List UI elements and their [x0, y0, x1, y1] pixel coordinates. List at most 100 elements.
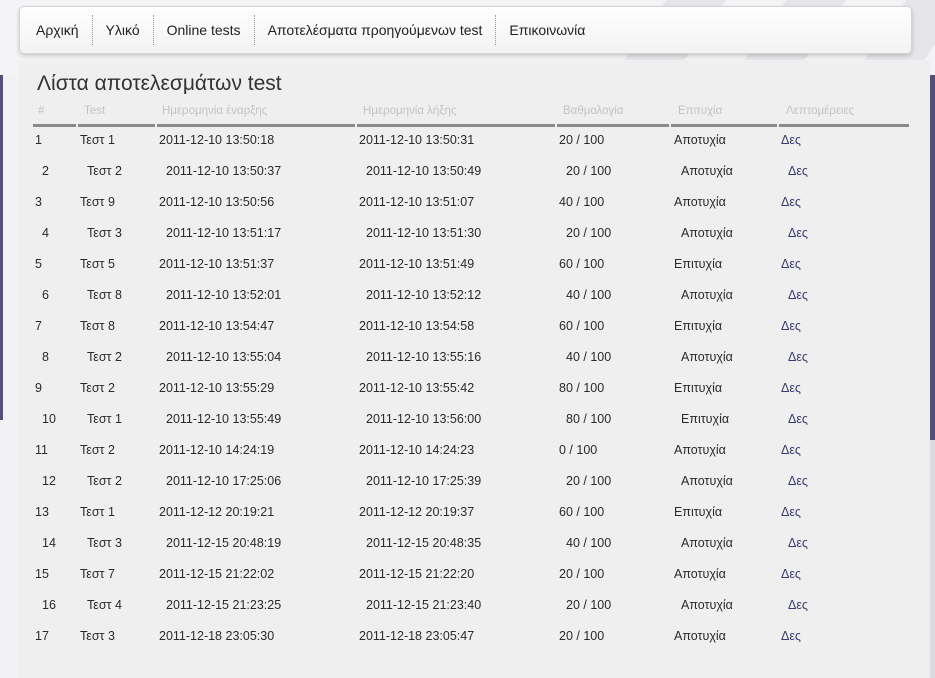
page-side-accent-right-lower [930, 440, 935, 678]
cell-test-name: Τεστ 2 [87, 164, 122, 178]
nav-item-contact[interactable]: Επικοινωνία [496, 15, 598, 45]
cell-end-date: 2011-12-10 13:55:42 [359, 381, 475, 395]
details-link[interactable]: Δες [781, 164, 808, 178]
cell-test-name: Τεστ 4 [87, 598, 122, 612]
cell-test-name: Τεστ 7 [80, 567, 115, 581]
cell-start-date: 2011-12-10 13:50:56 [159, 195, 275, 209]
cell-start-date: 2011-12-10 17:25:06 [166, 474, 282, 488]
cell-number: 16 [42, 598, 56, 612]
cell-success: Αποτυχία [681, 288, 733, 302]
table-row: 15 Τεστ 7 2011-12-15 21:22:02 2011-12-15 21… [33, 560, 909, 591]
details-link[interactable]: Δες [781, 505, 801, 519]
cell-success: Αποτυχία [674, 195, 726, 209]
details-link[interactable]: Δες [781, 629, 801, 643]
table-row: 8 Τεστ 2 2011-12-10 13:55:04 2011-12-10 13:… [33, 343, 909, 374]
table-row: 3 Τεστ 9 2011-12-10 13:50:56 2011-12-10 13:… [33, 188, 909, 219]
cell-score: 20 / 100 [566, 598, 612, 612]
cell-score: 40 / 100 [559, 195, 605, 209]
cell-success: Αποτυχία [681, 350, 733, 364]
cell-success: Αποτυχία [674, 443, 726, 457]
cell-start-date: 2011-12-15 21:22:02 [159, 567, 275, 581]
cell-start-date: 2011-12-15 21:23:25 [166, 598, 282, 612]
cell-start-date: 2011-12-10 13:50:18 [159, 133, 275, 147]
cell-test-name: Τεστ 3 [87, 226, 122, 240]
cell-number: 5 [35, 257, 42, 271]
cell-end-date: 2011-12-10 17:25:39 [366, 474, 482, 488]
cell-test-name: Τεστ 2 [87, 350, 122, 364]
details-link[interactable]: Δες [781, 133, 801, 147]
cell-start-date: 2011-12-10 13:54:47 [159, 319, 275, 333]
cell-end-date: 2011-12-12 20:19:37 [359, 505, 475, 519]
cell-score: 40 / 100 [566, 288, 612, 302]
details-link[interactable]: Δες [781, 412, 808, 426]
cell-number: 1 [35, 133, 42, 147]
cell-success: Αποτυχία [674, 629, 726, 643]
cell-number: 2 [42, 164, 49, 178]
details-link[interactable]: Δες [781, 288, 808, 302]
table-row: 5 Τεστ 5 2011-12-10 13:51:37 2011-12-10 13:… [33, 250, 909, 281]
cell-start-date: 2011-12-10 13:55:29 [159, 381, 275, 395]
cell-success: Αποτυχία [674, 133, 726, 147]
cell-start-date: 2011-12-10 13:50:37 [166, 164, 282, 178]
cell-test-name: Τεστ 2 [80, 443, 115, 457]
cell-end-date: 2011-12-10 13:50:31 [359, 133, 475, 147]
cell-end-date: 2011-12-10 13:54:58 [359, 319, 475, 333]
cell-end-date: 2011-12-10 14:24:23 [359, 443, 475, 457]
details-link[interactable]: Δες [781, 536, 808, 550]
cell-success: Επιτυχία [674, 319, 723, 333]
cell-score: 20 / 100 [566, 226, 612, 240]
cell-end-date: 2011-12-10 13:50:49 [366, 164, 482, 178]
cell-score: 60 / 100 [559, 505, 605, 519]
main-nav: Αρχική Υλικό Online tests Αποτελέσματα π… [19, 6, 912, 54]
nav-item-online-tests[interactable]: Online tests [154, 15, 255, 45]
details-link[interactable]: Δες [781, 350, 808, 364]
cell-score: 0 / 100 [559, 443, 598, 457]
details-link[interactable]: Δες [781, 443, 801, 457]
cell-start-date: 2011-12-10 13:51:37 [159, 257, 275, 271]
table-body: 1 Τεστ 1 2011-12-10 13:50:18 2011-12-10 13:… [33, 126, 909, 653]
details-link[interactable]: Δες [781, 257, 801, 271]
nav-item-material[interactable]: Υλικό [93, 15, 154, 45]
table-row: 14 Τεστ 3 2011-12-15 20:48:19 2011-12-15 20… [33, 529, 909, 560]
cell-end-date: 2011-12-15 21:22:20 [359, 567, 475, 581]
details-link[interactable]: Δες [781, 319, 801, 333]
cell-test-name: Τεστ 8 [87, 288, 122, 302]
table-row: 6 Τεστ 8 2011-12-10 13:52:01 2011-12-10 13:… [33, 281, 909, 312]
cell-start-date: 2011-12-15 20:48:19 [166, 536, 282, 550]
cell-end-date: 2011-12-15 20:48:35 [366, 536, 482, 550]
cell-number: 17 [35, 629, 49, 643]
details-link[interactable]: Δες [781, 474, 808, 488]
cell-number: 12 [42, 474, 56, 488]
cell-number: 14 [42, 536, 56, 550]
cell-number: 15 [35, 567, 49, 581]
details-link[interactable]: Δες [781, 598, 808, 612]
details-link[interactable]: Δες [781, 195, 801, 209]
cell-test-name: Τεστ 9 [80, 195, 115, 209]
cell-start-date: 2011-12-10 13:52:01 [166, 288, 282, 302]
cell-number: 6 [42, 288, 49, 302]
column-header-end-date: Ημερομηνία λήξης [363, 105, 457, 117]
nav-item-home[interactable]: Αρχική [20, 15, 93, 45]
cell-score: 60 / 100 [559, 257, 605, 271]
cell-end-date: 2011-12-15 21:23:40 [366, 598, 482, 612]
cell-start-date: 2011-12-10 13:51:17 [166, 226, 282, 240]
details-link[interactable]: Δες [781, 381, 801, 395]
details-link[interactable]: Δες [781, 226, 808, 240]
cell-test-name: Τεστ 1 [87, 412, 122, 426]
cell-test-name: Τεστ 3 [80, 629, 115, 643]
table-row: 1 Τεστ 1 2011-12-10 13:50:18 2011-12-10 13:… [33, 126, 909, 157]
cell-score: 20 / 100 [559, 567, 605, 581]
cell-score: 20 / 100 [566, 164, 612, 178]
cell-test-name: Τεστ 1 [80, 505, 115, 519]
column-header-number: # [38, 105, 45, 117]
cell-success: Αποτυχία [674, 567, 726, 581]
details-link[interactable]: Δες [781, 567, 801, 581]
nav-item-previous-results[interactable]: Αποτελέσματα προηγούμενων test [255, 15, 497, 45]
cell-score: 40 / 100 [566, 536, 612, 550]
table-row: 9 Τεστ 2 2011-12-10 13:55:29 2011-12-10 13:… [33, 374, 909, 405]
table-row: 12 Τεστ 2 2011-12-10 17:25:06 2011-12-10 17… [33, 467, 909, 498]
cell-test-name: Τεστ 5 [80, 257, 115, 271]
cell-score: 80 / 100 [559, 381, 605, 395]
column-header-start-date: Ημερομηνία έναρξης [162, 105, 268, 117]
cell-score: 20 / 100 [559, 629, 605, 643]
